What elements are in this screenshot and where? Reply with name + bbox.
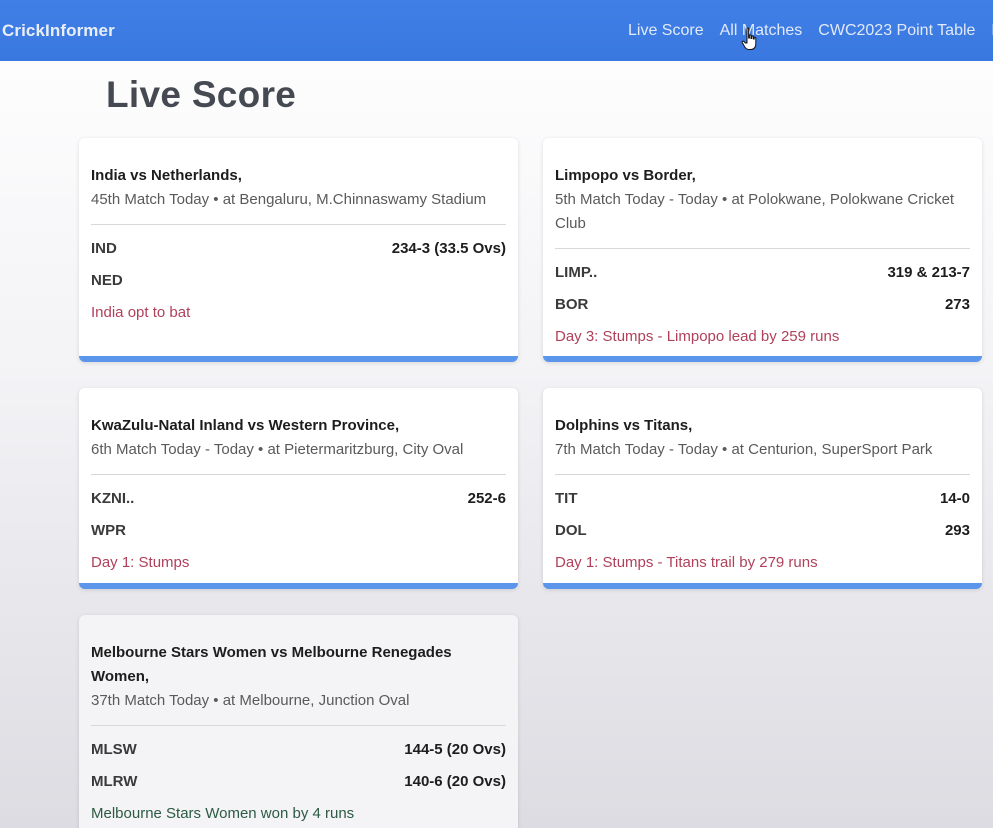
nav-link-live-score[interactable]: Live Score	[628, 22, 704, 40]
top-navbar: CrickInformer Live Score All Matches CWC…	[0, 0, 993, 61]
team-name: BOR	[555, 296, 589, 313]
team-name: KZNI..	[91, 490, 135, 507]
match-title: Limpopo vs Border,	[555, 167, 696, 184]
team-score: 319 & 213-7	[887, 264, 970, 281]
divider	[555, 474, 970, 475]
team-name: TIT	[555, 490, 578, 507]
match-title: Dolphins vs Titans,	[555, 417, 693, 434]
match-status: India opt to bat	[91, 304, 191, 321]
team-score: 14-0	[939, 490, 970, 507]
team-score: 140-6 (20 Ovs)	[404, 773, 506, 790]
hand-cursor-icon	[741, 27, 757, 50]
team-score-row: MLSW 144-5 (20 Ovs)	[91, 734, 506, 766]
page-title: Live Score	[106, 74, 297, 115]
match-subtitle: 45th Match Today • at Bengaluru, M.Chinn…	[91, 191, 487, 208]
team-name: MLSW	[91, 741, 137, 758]
nav-link-all-matches[interactable]: All Matches	[720, 22, 803, 40]
match-subtitle: 6th Match Today - Today • at Pietermarit…	[91, 441, 464, 458]
team-name: IND	[91, 240, 117, 257]
team-name: MLRW	[91, 773, 138, 790]
match-title: KwaZulu-Natal Inland vs Western Province…	[91, 417, 400, 434]
match-subtitle: 37th Match Today • at Melbourne, Junctio…	[91, 692, 410, 709]
match-title: Melbourne Stars Women vs Melbourne Reneg…	[91, 644, 452, 685]
team-score-row: MLRW 140-6 (20 Ovs)	[91, 766, 506, 798]
team-score-row: WPR	[91, 515, 506, 547]
match-status: Day 1: Stumps	[91, 554, 190, 571]
match-card[interactable]: Dolphins vs Titans, 7th Match Today - To…	[543, 388, 982, 589]
team-score-row: IND 234-3 (33.5 Ovs)	[91, 233, 506, 265]
team-score: 234-3 (33.5 Ovs)	[391, 240, 506, 257]
team-name: WPR	[91, 522, 126, 539]
team-score-row: TIT 14-0	[555, 483, 970, 515]
match-title: India vs Netherlands,	[91, 167, 242, 184]
divider	[91, 725, 506, 726]
match-subtitle: 5th Match Today - Today • at Polokwane, …	[555, 191, 955, 232]
divider	[91, 474, 506, 475]
brand-logo[interactable]: CrickInformer	[2, 21, 115, 41]
team-score-row: KZNI.. 252-6	[91, 483, 506, 515]
divider	[91, 224, 506, 225]
match-subtitle: 7th Match Today - Today • at Centurion, …	[555, 441, 933, 458]
match-card[interactable]: KwaZulu-Natal Inland vs Western Province…	[79, 388, 518, 589]
team-name: NED	[91, 272, 123, 289]
team-score: 144-5 (20 Ovs)	[404, 741, 506, 758]
team-score: 293	[944, 522, 970, 539]
match-card[interactable]: Melbourne Stars Women vs Melbourne Reneg…	[79, 615, 518, 828]
match-status: Day 1: Stumps - Titans trail by 279 runs	[555, 554, 818, 571]
team-name: DOL	[555, 522, 587, 539]
team-score-row: DOL 293	[555, 515, 970, 547]
match-card[interactable]: India vs Netherlands, 45th Match Today •…	[79, 138, 518, 362]
team-score: 273	[944, 296, 970, 313]
match-card[interactable]: Limpopo vs Border, 5th Match Today - Tod…	[543, 138, 982, 362]
nav-link-cwc2023-point-table[interactable]: CWC2023 Point Table	[818, 22, 975, 40]
team-score-row: NED	[91, 265, 506, 297]
team-name: LIMP..	[555, 264, 598, 281]
divider	[555, 248, 970, 249]
nav-links: Live Score All Matches CWC2023 Point Tab…	[628, 22, 993, 40]
team-score-row: LIMP.. 319 & 213-7	[555, 257, 970, 289]
match-status: Day 3: Stumps - Limpopo lead by 259 runs	[555, 328, 840, 345]
team-score-row: BOR 273	[555, 289, 970, 321]
team-score: 252-6	[467, 490, 506, 507]
match-status: Melbourne Stars Women won by 4 runs	[91, 805, 355, 822]
